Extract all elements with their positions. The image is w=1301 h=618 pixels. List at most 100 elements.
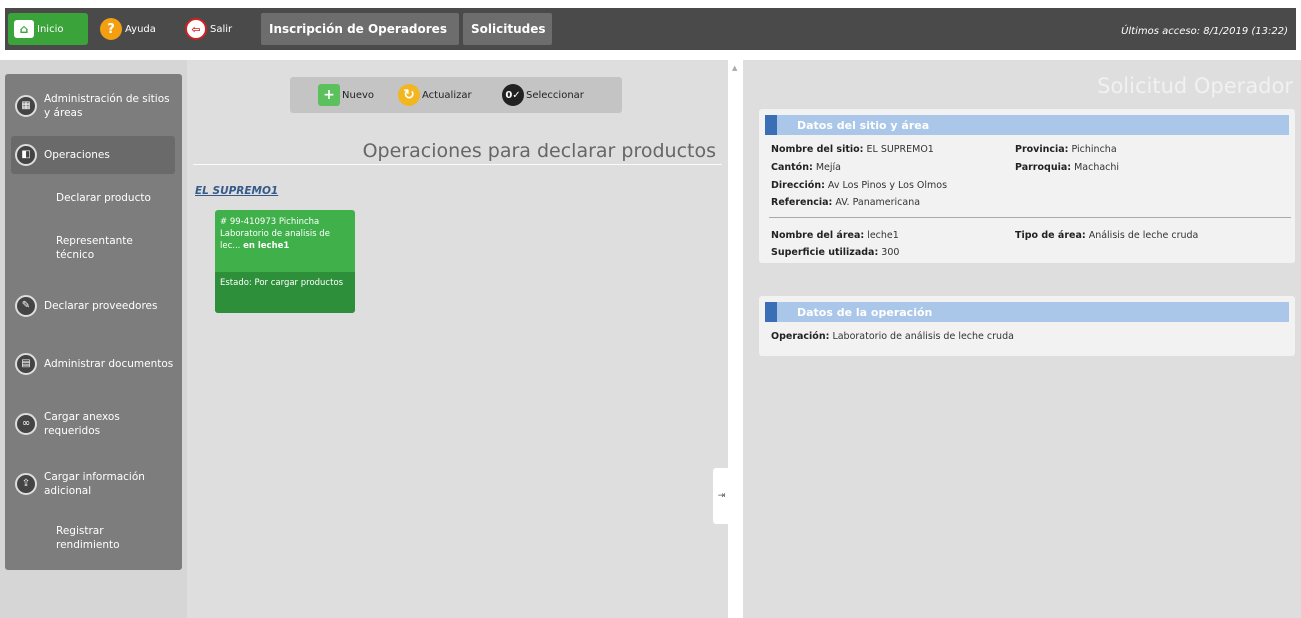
operations-toolbar: + Nuevo ↻ Actualizar 0✓ Seleccionar bbox=[290, 77, 622, 113]
exit-button[interactable]: ⇦ Salir bbox=[185, 13, 232, 45]
upload-icon: ⇪ bbox=[15, 473, 37, 495]
operation-card-line3-bold: en leche1 bbox=[243, 241, 290, 251]
sidebar-item-label: Cargar información adicional bbox=[44, 471, 145, 497]
sidebar-item-label: Operaciones bbox=[44, 149, 110, 161]
operation-data-box: Datos de la operación Operación: Laborat… bbox=[759, 296, 1295, 356]
field-operacion: Operación: Laboratorio de análisis de le… bbox=[771, 331, 1014, 343]
new-button[interactable]: + Nuevo bbox=[318, 83, 374, 107]
help-button[interactable]: ? Ayuda bbox=[100, 13, 156, 45]
operation-card-info: # 99-410973 Pichincha Laboratorio de ana… bbox=[215, 210, 355, 272]
field-label: Cantón: bbox=[771, 162, 813, 173]
divider bbox=[193, 164, 722, 165]
update-label: Actualizar bbox=[422, 89, 472, 101]
sidebar-item-label: Administración de sitios y áreas bbox=[44, 93, 170, 119]
operations-icon: ◧ bbox=[15, 144, 37, 166]
operation-card[interactable]: # 99-410973 Pichincha Laboratorio de ana… bbox=[215, 210, 355, 313]
sidebar-panel: ▦ Administración de sitios y áreas ◧ Ope… bbox=[5, 74, 182, 570]
field-label: Parroquia: bbox=[1015, 162, 1072, 173]
field-value: Análisis de leche cruda bbox=[1088, 230, 1199, 241]
field-value: Pichincha bbox=[1071, 144, 1117, 155]
sidebar-item-registrar-rendimiento[interactable]: Registrar rendimiento bbox=[11, 524, 141, 552]
field-value: AV. Panamericana bbox=[835, 197, 921, 208]
last-access-text: Últimos acceso: 8/1/2019 (13:22) bbox=[1121, 26, 1288, 37]
field-direccion: Dirección: Av Los Pinos y Los Olmos bbox=[771, 180, 947, 192]
help-label: Ayuda bbox=[125, 23, 156, 35]
request-title: Solicitud Operador bbox=[1097, 74, 1293, 98]
divider bbox=[769, 217, 1291, 218]
suppliers-icon: ✎ bbox=[15, 295, 37, 317]
operation-data-header: Datos de la operación bbox=[765, 302, 1289, 322]
field-label: Dirección: bbox=[771, 180, 825, 191]
select-icon: 0✓ bbox=[502, 84, 524, 106]
sidebar-item-operaciones[interactable]: ◧ Operaciones bbox=[11, 136, 175, 174]
field-label: Operación: bbox=[771, 331, 830, 342]
sidebar-item-administracion-sitios[interactable]: ▦ Administración de sitios y áreas bbox=[11, 86, 175, 126]
field-label: Nombre del sitio: bbox=[771, 144, 864, 155]
request-panel: Solicitud Operador Datos del sitio y áre… bbox=[743, 60, 1301, 618]
menu-inscripcion-operadores[interactable]: Inscripción de Operadores bbox=[261, 13, 459, 45]
field-value: Mejía bbox=[815, 162, 841, 173]
scroll-up-icon[interactable]: ▲ bbox=[732, 64, 737, 72]
field-canton: Cantón: Mejía bbox=[771, 162, 841, 174]
collapse-arrow-icon: ⇥ bbox=[717, 491, 726, 501]
site-link[interactable]: EL SUPREMO1 bbox=[195, 185, 278, 197]
panel-collapse-toggle[interactable]: ⇥ bbox=[713, 468, 730, 524]
sidebar-item-declarar-proveedores[interactable]: ✎ Declarar proveedores bbox=[11, 286, 175, 326]
operation-card-line3: lec... en leche1 bbox=[220, 240, 349, 252]
sidebar-item-declarar-producto[interactable]: Declarar producto bbox=[11, 191, 175, 205]
home-button[interactable]: ⌂ Inicio bbox=[8, 13, 88, 45]
top-bar-inner: ⌂ Inicio ? Ayuda ⇦ Salir Inscripción de … bbox=[5, 8, 1296, 50]
field-nombre-area: Nombre del área: leche1 bbox=[771, 230, 899, 242]
home-icon: ⌂ bbox=[14, 20, 34, 38]
field-value: EL SUPREMO1 bbox=[866, 144, 934, 155]
sidebar-item-label: Cargar anexos requeridos bbox=[44, 411, 120, 437]
sidebar: ▦ Administración de sitios y áreas ◧ Ope… bbox=[0, 60, 187, 618]
sidebar-item-administrar-documentos[interactable]: ▤ Administrar documentos bbox=[11, 344, 175, 384]
field-superficie: Superficie utilizada: 300 bbox=[771, 247, 899, 259]
field-label: Tipo de área: bbox=[1015, 230, 1086, 241]
field-tipo-area: Tipo de área: Análisis de leche cruda bbox=[1015, 230, 1198, 242]
plus-icon: + bbox=[318, 84, 340, 106]
scrollbar[interactable]: ▲ bbox=[728, 60, 743, 618]
new-label: Nuevo bbox=[342, 89, 375, 101]
field-nombre-sitio: Nombre del sitio: EL SUPREMO1 bbox=[771, 144, 934, 156]
paperclip-icon: ∞ bbox=[15, 413, 37, 435]
sidebar-item-label: Declarar proveedores bbox=[44, 300, 158, 312]
refresh-icon: ↻ bbox=[398, 84, 420, 106]
field-referencia: Referencia: AV. Panamericana bbox=[771, 197, 920, 209]
top-bar: ⌂ Inicio ? Ayuda ⇦ Salir Inscripción de … bbox=[0, 0, 1301, 60]
sidebar-item-cargar-anexos[interactable]: ∞ Cargar anexos requeridos bbox=[11, 404, 175, 444]
field-provincia: Provincia: Pichincha bbox=[1015, 144, 1117, 156]
documents-icon: ▤ bbox=[15, 353, 37, 375]
field-label: Nombre del área: bbox=[771, 230, 865, 241]
sidebar-item-cargar-informacion[interactable]: ⇪ Cargar información adicional bbox=[11, 464, 175, 504]
field-label: Referencia: bbox=[771, 197, 833, 208]
operation-card-status: Estado: Por cargar productos bbox=[215, 272, 355, 313]
field-value: Av Los Pinos y Los Olmos bbox=[827, 180, 948, 191]
sidebar-item-representante-tecnico[interactable]: Representante técnico bbox=[11, 234, 141, 262]
select-label: Seleccionar bbox=[526, 89, 584, 101]
question-icon: ? bbox=[100, 18, 122, 40]
select-button[interactable]: 0✓ Seleccionar bbox=[502, 83, 584, 107]
exit-icon: ⇦ bbox=[185, 18, 207, 40]
field-value: leche1 bbox=[867, 230, 899, 241]
field-parroquia: Parroquia: Machachi bbox=[1015, 162, 1119, 174]
menu-solicitudes[interactable]: Solicitudes bbox=[463, 13, 552, 45]
operations-panel: + Nuevo ↻ Actualizar 0✓ Seleccionar Oper… bbox=[187, 60, 728, 618]
sidebar-item-label: Administrar documentos bbox=[44, 358, 174, 370]
field-label: Provincia: bbox=[1015, 144, 1069, 155]
field-value: Machachi bbox=[1074, 162, 1120, 173]
home-label: Inicio bbox=[37, 23, 64, 35]
update-button[interactable]: ↻ Actualizar bbox=[398, 83, 472, 107]
site-data-box: Datos del sitio y área Nombre del sitio:… bbox=[759, 109, 1295, 263]
field-label: Superficie utilizada: bbox=[771, 247, 879, 258]
panel-title: Operaciones para declarar productos bbox=[362, 140, 716, 162]
sites-icon: ▦ bbox=[15, 95, 37, 117]
operation-card-line2: Laboratorio de analisis de bbox=[220, 229, 330, 239]
field-value: 300 bbox=[881, 247, 900, 258]
site-data-header: Datos del sitio y área bbox=[765, 115, 1289, 135]
operation-card-line1: # 99-410973 Pichincha bbox=[220, 217, 320, 227]
field-value: Laboratorio de análisis de leche cruda bbox=[832, 331, 1014, 342]
operation-card-line3-pre: lec... bbox=[220, 241, 241, 251]
exit-label: Salir bbox=[210, 23, 233, 35]
